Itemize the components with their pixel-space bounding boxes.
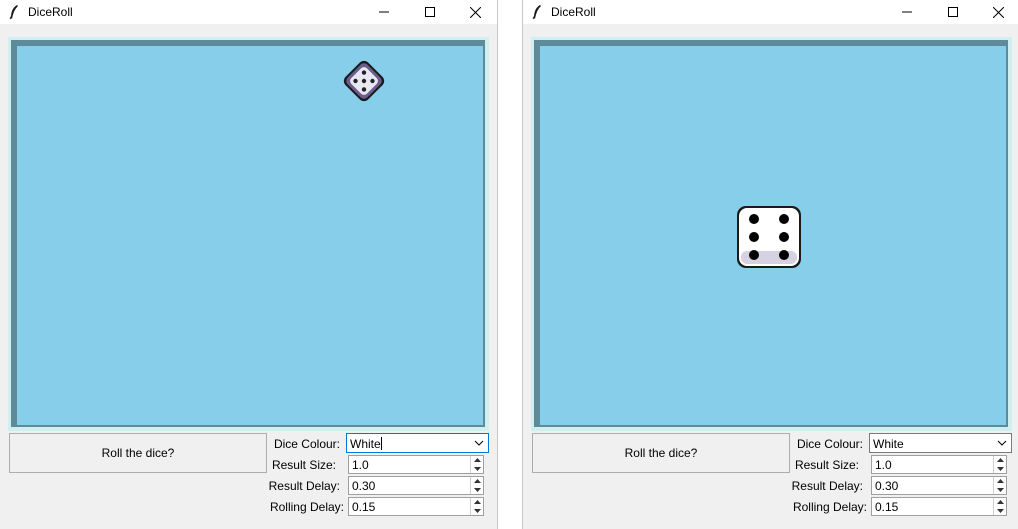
dice-colour-combobox[interactable]: White xyxy=(346,433,489,453)
result-delay-value: 0.30 xyxy=(875,479,899,493)
rolling-delay-value: 0.15 xyxy=(875,500,899,514)
feather-icon xyxy=(9,5,18,20)
window-title: DiceRoll xyxy=(551,5,596,19)
triangle-up-icon xyxy=(473,500,481,504)
spin-down-button[interactable] xyxy=(471,507,483,515)
result-size-label: Result Size: xyxy=(271,458,336,472)
result-delay-label: Result Delay: xyxy=(791,479,863,493)
result-delay-spinbox[interactable]: 0.30 xyxy=(871,476,1007,495)
result-size-label: Result Size: xyxy=(794,458,859,472)
result-size-spinbox[interactable]: 1.0 xyxy=(871,455,1007,474)
dice-canvas-bevel xyxy=(11,40,485,427)
maximize-button[interactable] xyxy=(407,0,453,24)
triangle-up-icon xyxy=(996,458,1004,462)
chevron-down-icon[interactable] xyxy=(996,437,1008,449)
maximize-icon xyxy=(948,7,958,17)
window-title: DiceRoll xyxy=(28,5,73,19)
spin-up-button[interactable] xyxy=(994,456,1006,464)
triangle-down-icon xyxy=(473,467,481,471)
dice-canvas-bevel xyxy=(534,40,1008,427)
spin-up-button[interactable] xyxy=(471,498,483,506)
spin-down-button[interactable] xyxy=(994,465,1006,473)
desktop-gap xyxy=(498,0,522,529)
spin-up-button[interactable] xyxy=(471,477,483,485)
dice-canvas[interactable] xyxy=(540,46,1006,425)
spin-down-button[interactable] xyxy=(994,507,1006,515)
title-bar[interactable]: DiceRoll xyxy=(523,0,1018,24)
title-bar[interactable]: DiceRoll xyxy=(0,0,497,24)
result-size-value: 1.0 xyxy=(875,458,892,472)
dice-canvas[interactable] xyxy=(17,46,483,425)
result-size-value: 1.0 xyxy=(352,458,369,472)
spin-down-button[interactable] xyxy=(471,486,483,494)
result-die xyxy=(737,206,801,268)
spin-up-button[interactable] xyxy=(994,498,1006,506)
dice-colour-label: Dice Colour: xyxy=(273,437,340,451)
dice-canvas-frame xyxy=(8,37,489,431)
text-caret xyxy=(380,437,382,450)
diceroll-window-1: DiceRoll Roll the dice? Dice Colour: Whi… xyxy=(0,0,498,529)
rolling-delay-label: Rolling Delay: xyxy=(792,500,867,514)
minimize-button[interactable] xyxy=(361,0,407,24)
triangle-down-icon xyxy=(996,509,1004,513)
rolling-delay-label: Rolling Delay: xyxy=(269,500,344,514)
minimize-icon xyxy=(379,11,389,13)
spin-up-button[interactable] xyxy=(471,456,483,464)
dice-canvas-frame xyxy=(531,37,1012,431)
dice-colour-value: White xyxy=(873,437,904,451)
triangle-up-icon xyxy=(996,500,1004,504)
dice-colour-value: White xyxy=(350,437,382,451)
close-button[interactable] xyxy=(975,0,1018,24)
triangle-down-icon xyxy=(996,467,1004,471)
maximize-button[interactable] xyxy=(930,0,976,24)
close-button[interactable] xyxy=(452,0,498,24)
maximize-icon xyxy=(425,7,435,17)
triangle-down-icon xyxy=(473,509,481,513)
dice-colour-label: Dice Colour: xyxy=(796,437,863,451)
minimize-button[interactable] xyxy=(884,0,930,24)
dice-colour-combobox[interactable]: White xyxy=(869,433,1012,453)
spin-down-button[interactable] xyxy=(471,465,483,473)
rolling-die xyxy=(343,60,385,102)
spin-down-button[interactable] xyxy=(994,486,1006,494)
triangle-down-icon xyxy=(473,488,481,492)
diceroll-window-2: DiceRoll Roll the dice? Dice Colour: Whi… xyxy=(522,0,1018,529)
rolling-delay-spinbox[interactable]: 0.15 xyxy=(348,497,484,516)
result-delay-spinbox[interactable]: 0.30 xyxy=(348,476,484,495)
rolling-delay-spinbox[interactable]: 0.15 xyxy=(871,497,1007,516)
triangle-up-icon xyxy=(996,479,1004,483)
feather-icon xyxy=(532,5,541,20)
result-size-spinbox[interactable]: 1.0 xyxy=(348,455,484,474)
roll-dice-button[interactable]: Roll the dice? xyxy=(532,433,790,473)
result-delay-label: Result Delay: xyxy=(268,479,340,493)
rolling-delay-value: 0.15 xyxy=(352,500,376,514)
close-icon xyxy=(469,6,481,18)
roll-dice-button[interactable]: Roll the dice? xyxy=(9,433,267,473)
triangle-down-icon xyxy=(996,488,1004,492)
minimize-icon xyxy=(902,11,912,13)
close-icon xyxy=(992,6,1004,18)
chevron-down-icon[interactable] xyxy=(473,437,485,449)
result-delay-value: 0.30 xyxy=(352,479,376,493)
spin-up-button[interactable] xyxy=(994,477,1006,485)
triangle-up-icon xyxy=(473,479,481,483)
triangle-up-icon xyxy=(473,458,481,462)
